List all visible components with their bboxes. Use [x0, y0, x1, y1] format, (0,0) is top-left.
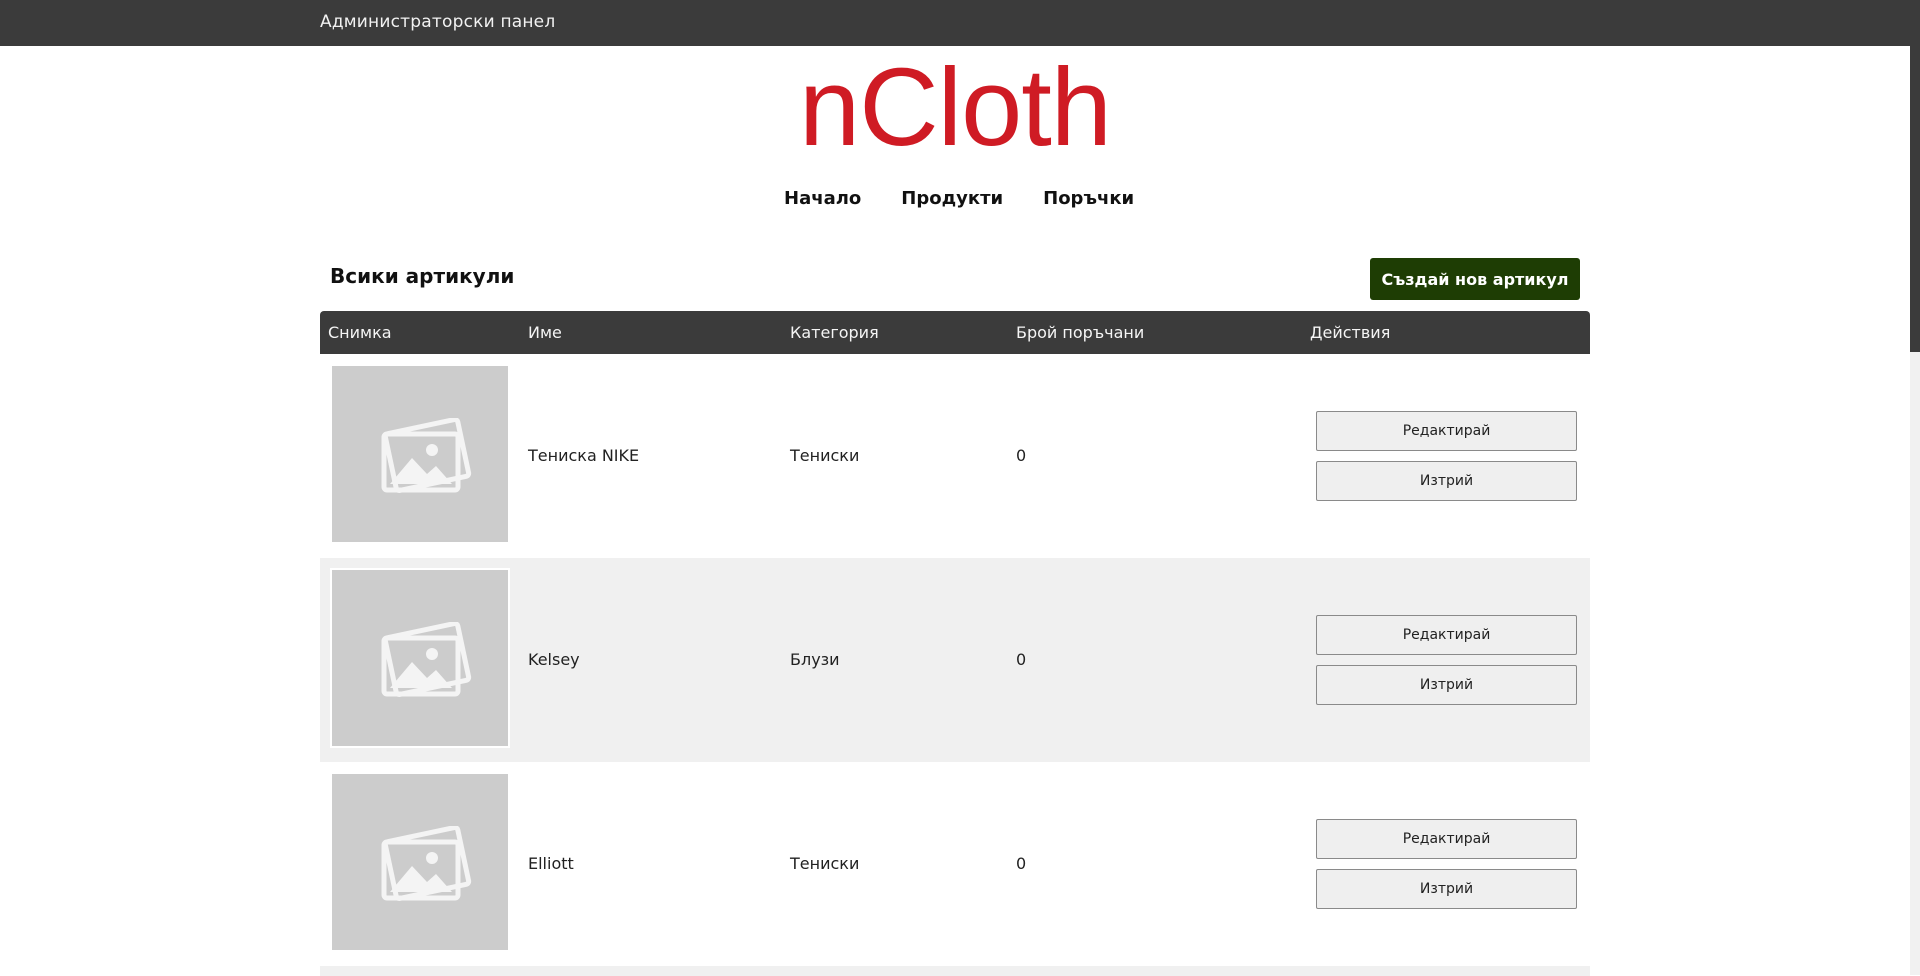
- edit-button[interactable]: Редактирай: [1316, 615, 1577, 655]
- product-category: Блузи: [790, 650, 840, 669]
- column-header-name: Име: [528, 323, 562, 342]
- nav-item-home[interactable]: Начало: [784, 188, 861, 214]
- image-placeholder-icon: [381, 622, 472, 698]
- delete-button[interactable]: Изтрий: [1316, 461, 1577, 501]
- nav-item-products[interactable]: Продукти: [901, 188, 1003, 214]
- admin-panel-title: Администраторски панел: [320, 12, 556, 32]
- delete-button[interactable]: Изтрий: [1316, 869, 1577, 909]
- product-ordered-count: 0: [1016, 854, 1027, 873]
- delete-button[interactable]: Изтрий: [1316, 665, 1577, 705]
- create-article-button[interactable]: Създай нов артикул: [1370, 258, 1580, 300]
- image-placeholder-icon: [381, 418, 472, 494]
- admin-topbar: Администраторски панел: [0, 0, 1920, 46]
- main-nav: Начало Продукти Поръчки: [784, 188, 1134, 214]
- product-image-placeholder: [330, 772, 510, 952]
- product-image-placeholder: [330, 568, 510, 748]
- column-header-actions: Действия: [1310, 323, 1391, 342]
- product-ordered-count: 0: [1016, 446, 1027, 465]
- table-row: Elliott Тениски 0 Редактирай Изтрий: [320, 762, 1590, 966]
- nav-item-orders[interactable]: Поръчки: [1043, 188, 1134, 214]
- table-row: Тениска NIKE Тениски 0 Редактирай Изтрий: [320, 354, 1590, 558]
- logo[interactable]: nCloth: [780, 53, 1130, 163]
- column-header-ordered: Брой поръчани: [1016, 323, 1145, 342]
- product-name: Kelsey: [528, 650, 580, 669]
- product-name: Elliott: [528, 854, 574, 873]
- table-header: Снимка Име Категория Брой поръчани Дейст…: [320, 311, 1590, 354]
- product-name: Тениска NIKE: [528, 446, 640, 465]
- column-header-category: Категория: [790, 323, 879, 342]
- scrollbar-thumb[interactable]: [1910, 46, 1920, 352]
- product-image-placeholder: [330, 364, 510, 544]
- product-category: Тениски: [790, 446, 860, 465]
- edit-button[interactable]: Редактирай: [1316, 819, 1577, 859]
- articles-table: Снимка Име Категория Брой поръчани Дейст…: [320, 311, 1590, 976]
- product-category: Тениски: [790, 854, 860, 873]
- page-title: Всики артикули: [330, 264, 515, 288]
- edit-button[interactable]: Редактирай: [1316, 411, 1577, 451]
- image-placeholder-icon: [381, 826, 472, 902]
- table-row: Kelsey Блузи 0 Редактирай Изтрий: [320, 558, 1590, 762]
- product-ordered-count: 0: [1016, 650, 1027, 669]
- column-header-photo: Снимка: [328, 323, 392, 342]
